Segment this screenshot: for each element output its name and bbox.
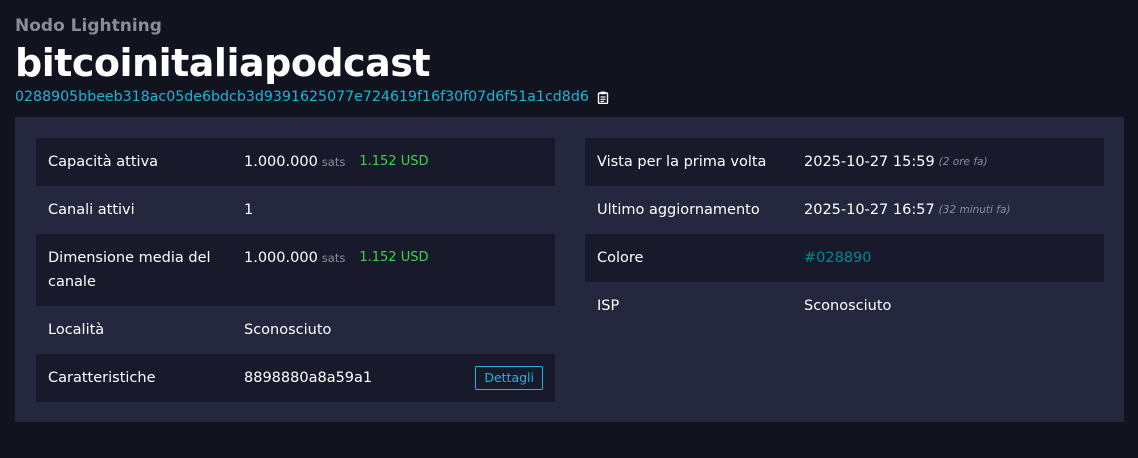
first-seen-value-cell: 2025-10-27 15:59 (2 ore fa) — [804, 150, 1104, 174]
location-row: Località Sconosciuto — [36, 306, 555, 354]
features-row: Caratteristiche 8898880a8a59a1 Dettagli — [36, 354, 555, 402]
clipboard-icon[interactable] — [597, 91, 609, 104]
isp-row: ISP Sconosciuto — [585, 282, 1104, 330]
location-label: Località — [48, 322, 105, 338]
node-details-right-table: Vista per la prima volta 2025-10-27 15:5… — [585, 138, 1104, 330]
details-button[interactable]: Dettagli — [475, 366, 543, 390]
active-capacity-label: Capacità attiva — [48, 154, 159, 170]
avg-channel-size-row: Dimensione media del canale 1.000.000 sa… — [36, 234, 555, 306]
features-value-cell: 8898880a8a59a1 Dettagli — [244, 366, 555, 390]
pubkey-row: 0288905bbeeb318ac05de6bdcb3d9391625077e7… — [15, 86, 1123, 108]
page-subtitle: Nodo Lightning — [15, 16, 162, 36]
active-capacity-value-cell: 1.000.000 sats 1.152 USD — [244, 150, 555, 174]
node-details-left-table: Capacità attiva 1.000.000 sats 1.152 USD… — [36, 138, 555, 402]
node-alias-title: bitcoinitaliapodcast — [15, 41, 431, 85]
features-label: Caratteristiche — [48, 370, 156, 386]
node-pubkey-link[interactable]: 0288905bbeeb318ac05de6bdcb3d9391625077e7… — [15, 89, 589, 105]
active-capacity-row: Capacità attiva 1.000.000 sats 1.152 USD — [36, 138, 555, 186]
active-capacity-usd: 1.152 USD — [359, 154, 429, 169]
color-value-cell: #028890 — [804, 246, 1104, 270]
avg-channel-size-value-cell: 1.000.000 sats 1.152 USD — [244, 246, 555, 270]
node-details-panel: Capacità attiva 1.000.000 sats 1.152 USD… — [15, 117, 1124, 422]
avg-channel-size-value: 1.000.000 — [244, 250, 318, 266]
active-channels-value: 1 — [244, 202, 254, 218]
features-value: 8898880a8a59a1 — [244, 370, 373, 386]
avg-channel-size-unit: sats — [321, 251, 346, 265]
last-update-value-cell: 2025-10-27 16:57 (32 minuti fa) — [804, 198, 1104, 222]
active-capacity-value: 1.000.000 — [244, 154, 318, 170]
last-update-row: Ultimo aggiornamento 2025-10-27 16:57 (3… — [585, 186, 1104, 234]
first-seen-row: Vista per la prima volta 2025-10-27 15:5… — [585, 138, 1104, 186]
active-capacity-unit: sats — [321, 155, 346, 169]
node-header: Nodo Lightning bitcoinitaliapodcast 0288… — [15, 14, 1123, 108]
active-channels-row: Canali attivi 1 — [36, 186, 555, 234]
avg-channel-size-usd: 1.152 USD — [359, 250, 429, 265]
isp-label: ISP — [597, 298, 620, 314]
active-channels-label: Canali attivi — [48, 202, 135, 218]
last-update-value: 2025-10-27 16:57 — [804, 202, 935, 218]
color-row: Colore #028890 — [585, 234, 1104, 282]
isp-value: Sconosciuto — [804, 298, 892, 314]
color-label: Colore — [597, 250, 644, 266]
first-seen-value: 2025-10-27 15:59 — [804, 154, 935, 170]
first-seen-label: Vista per la prima volta — [597, 154, 767, 170]
last-update-ago: (32 minuti fa) — [938, 204, 1011, 216]
last-update-label: Ultimo aggiornamento — [597, 202, 760, 218]
first-seen-ago: (2 ore fa) — [938, 156, 988, 168]
location-value: Sconosciuto — [244, 322, 332, 338]
avg-channel-size-label: Dimensione media del canale — [48, 250, 211, 290]
node-color-link[interactable]: #028890 — [804, 246, 872, 270]
